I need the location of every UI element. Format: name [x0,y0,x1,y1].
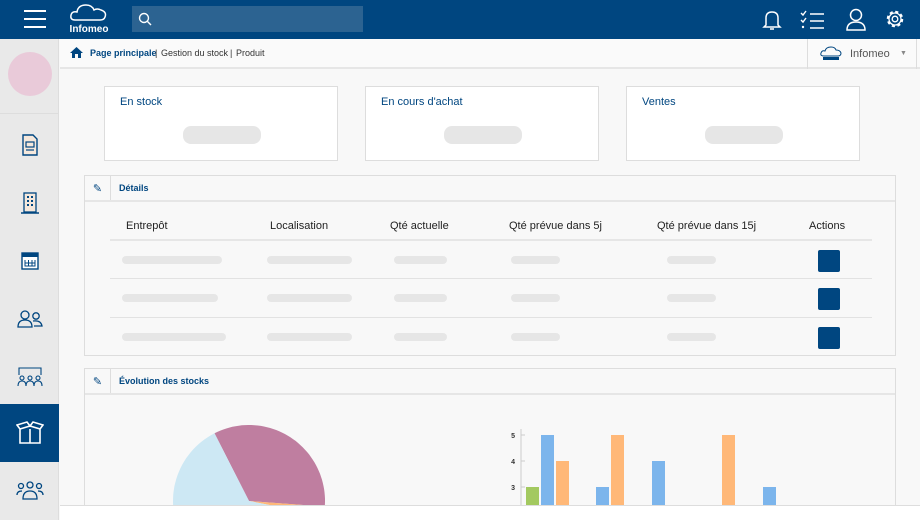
bar-s1-0 [541,435,554,506]
bar-s0-0 [526,487,539,506]
user-icon[interactable] [845,8,867,32]
breadcrumb-separator: | [230,48,233,58]
column-header[interactable]: Qté prévue dans 5j [509,220,602,232]
search-icon [138,12,152,26]
breadcrumb-stock[interactable]: Gestion du stock [161,48,228,58]
chevron-down-icon: ▼ [900,50,907,57]
y-tick-label: 3 [511,485,515,492]
y-tick-label: 4 [511,459,515,466]
bar-s2-3 [722,435,735,506]
sidebar-item-meetings[interactable] [0,348,59,406]
bar-s1-2 [652,461,665,506]
value-placeholder [705,126,783,144]
bar-s2-0 [556,461,569,506]
sidebar [0,39,59,520]
breadcrumb: Page principale | Gestion du stock | Pro… [60,39,920,69]
contacts-icon [16,310,43,328]
infomeo-logo[interactable]: Infomeo [68,2,110,36]
card-title: En cours d'achat [381,96,463,108]
card-purchasing: En cours d'achat [365,86,599,161]
card-in-stock: En stock [104,86,338,161]
sidebar-item-stock[interactable] [0,404,59,462]
menu-icon[interactable] [24,10,46,28]
details-panel: ✎ Détails Entrepôt Localisation Qté actue… [84,175,896,356]
panel-title: Détails [119,183,149,193]
card-title: En stock [120,96,163,108]
value-placeholder [444,126,522,144]
table-row [110,278,872,317]
bell-icon[interactable] [762,9,782,31]
column-header[interactable]: Qté prévue dans 15j [657,220,756,232]
breadcrumb-product[interactable]: Produit [236,48,265,58]
breadcrumb-home[interactable]: Page principale [90,48,157,58]
sidebar-item-calculator[interactable] [0,232,59,290]
action-button[interactable] [818,327,840,349]
column-header[interactable]: Localisation [270,220,328,232]
bar-s1-4 [763,487,776,506]
table-row [110,239,872,278]
document-icon [21,134,38,156]
groups-icon [15,481,44,500]
sidebar-item-buildings[interactable] [0,174,59,232]
home-icon[interactable] [70,47,83,58]
evolution-panel: ✎ Évolution des stocks 345 [84,368,896,518]
bar-s2-1 [611,435,624,506]
company-logo [820,46,842,60]
building-icon [20,192,39,214]
sidebar-item-documents[interactable] [0,116,59,174]
sidebar-item-contacts[interactable] [0,290,59,348]
calculator-icon [20,252,39,270]
column-header[interactable]: Qté actuelle [390,220,449,232]
tasks-icon[interactable] [799,9,825,31]
company-name: Infomeo [850,48,890,60]
y-tick-label: 5 [511,433,515,440]
search-input[interactable] [132,6,363,32]
avatar[interactable] [8,52,52,96]
company-selector[interactable]: Infomeo ▼ [807,39,917,69]
top-bar: Infomeo [0,0,920,39]
action-button[interactable] [818,288,840,310]
bar-s1-1 [596,487,609,506]
sidebar-item-groups[interactable] [0,462,59,520]
column-header: Actions [809,220,846,232]
table-row [110,317,872,356]
card-sales: Ventes [626,86,860,161]
gear-icon[interactable] [884,8,906,30]
breadcrumb-separator: | [155,48,158,58]
horizontal-scrollbar[interactable] [60,505,920,520]
action-button[interactable] [818,250,840,272]
pencil-icon[interactable]: ✎ [85,176,111,200]
brand-name: Infomeo [69,24,109,35]
column-header[interactable]: Entrepôt [126,220,168,232]
box-icon [15,421,44,444]
stock-charts: 3 4 5 [173,425,776,506]
meeting-icon [16,367,43,387]
card-title: Ventes [642,96,676,108]
value-placeholder [183,126,261,144]
